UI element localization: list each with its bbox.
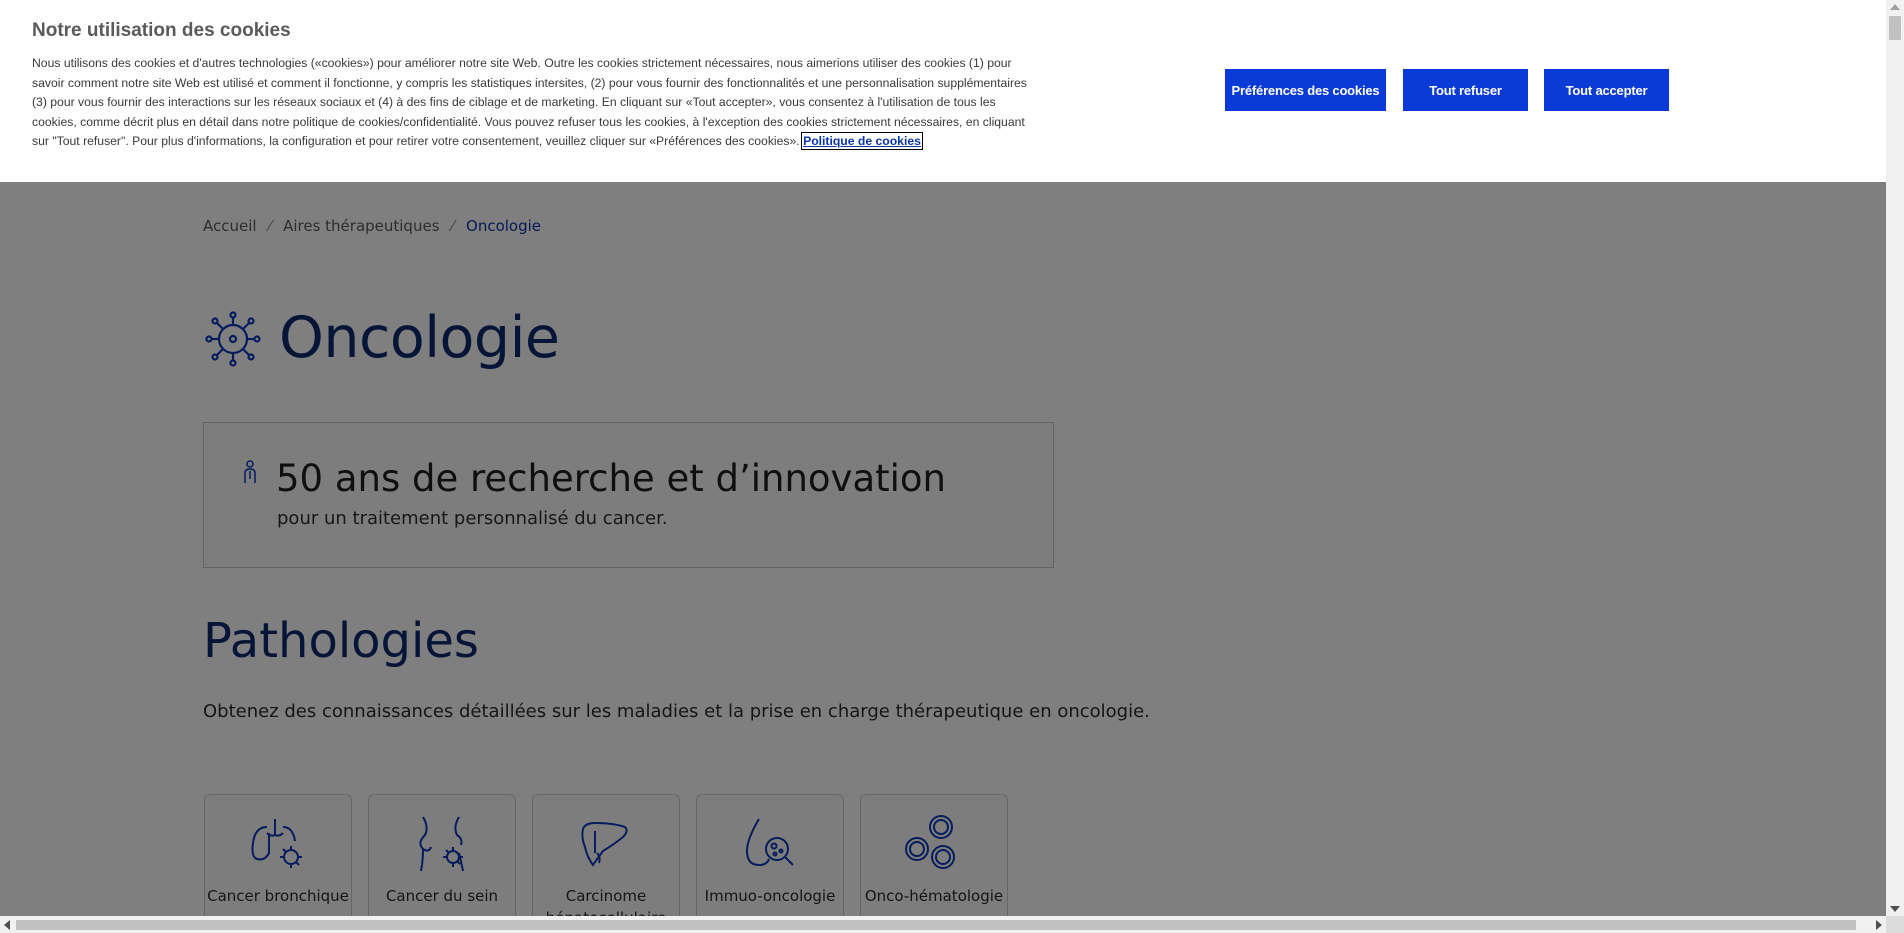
- cookie-banner-text: Nous utilisons des cookies et d'autres t…: [32, 54, 1032, 152]
- horizontal-scroll-thumb[interactable]: [16, 920, 1856, 930]
- scroll-right-icon[interactable]: [1876, 920, 1882, 930]
- vertical-scroll-thumb[interactable]: [1889, 16, 1901, 40]
- scroll-left-icon[interactable]: [4, 920, 10, 930]
- cookie-preferences-button[interactable]: Préférences des cookies: [1225, 69, 1386, 111]
- scroll-up-icon[interactable]: [1890, 4, 1900, 10]
- accept-all-button[interactable]: Tout accepter: [1544, 69, 1669, 111]
- scrollbar-corner: [1886, 916, 1904, 933]
- cookie-policy-link[interactable]: Politique de cookies: [801, 132, 923, 151]
- cookie-banner-title: Notre utilisation des cookies: [32, 20, 291, 41]
- horizontal-scrollbar[interactable]: [0, 916, 1886, 933]
- vertical-scrollbar[interactable]: [1886, 0, 1904, 916]
- scroll-down-icon[interactable]: [1890, 906, 1900, 912]
- cookie-banner: Notre utilisation des cookies Nous utili…: [0, 0, 1886, 182]
- refuse-all-button[interactable]: Tout refuser: [1403, 69, 1528, 111]
